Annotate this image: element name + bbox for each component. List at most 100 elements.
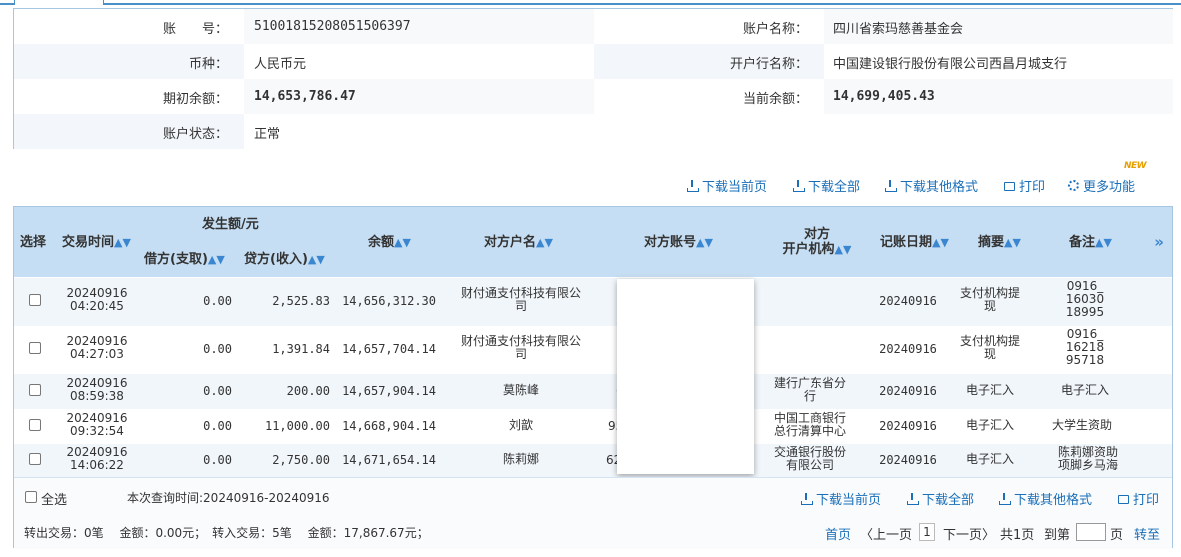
sort-icon: ▲▼ — [696, 236, 713, 249]
value-box — [244, 114, 1173, 149]
footer-download-page-label: 下载当前页 — [816, 493, 882, 508]
row-cp-name-line-1: 陈莉娜 — [502, 452, 539, 466]
go-button[interactable]: 转至 — [1134, 524, 1160, 543]
row-debit: 0.00 — [203, 384, 232, 398]
tab-active[interactable] — [14, 0, 104, 5]
currency-value: 人民币元 — [254, 57, 307, 72]
row-date: 20240916 — [66, 445, 128, 459]
account-name-value: 四川省索玛慈善基金会 — [833, 22, 964, 37]
header-counterparty-account[interactable]: 对方账号▲▼ — [644, 235, 713, 250]
row-datetime: 20240916 08:59:38 — [62, 377, 132, 403]
header-remark[interactable]: 备注▲▼ — [1069, 235, 1112, 250]
row-datetime: 20240916 04:27:03 — [62, 335, 132, 361]
row-balance: 14,657,704.14 — [342, 342, 436, 356]
row-cp-name-line-2: 司 — [514, 347, 527, 361]
row-checkbox[interactable] — [29, 453, 41, 465]
header-counterparty-name[interactable]: 对方户名▲▼ — [484, 235, 553, 250]
footer-download-all-link[interactable]: 下载全部 — [906, 489, 974, 508]
row-cp-bank-line-2: 行 — [803, 389, 816, 403]
row-remark: 大学生资助 — [1051, 418, 1112, 432]
account-no-label: 账 号： — [162, 22, 228, 37]
row-counterparty-name: 莫陈峰 — [446, 384, 596, 397]
row-balance: 14,668,904.14 — [342, 419, 436, 433]
row-counterparty-name: 财付通支付科技有限公司 — [446, 287, 596, 313]
header-credit[interactable]: 贷方(收入)▲▼ — [244, 252, 325, 267]
row-summary-line-1: 支付机构提 — [959, 334, 1020, 348]
header-cp-bank-label-1: 对方 — [803, 227, 830, 242]
row-post-date: 20240916 — [879, 453, 937, 467]
download-icon — [686, 179, 699, 192]
header-amount-group: 发生额/元 — [202, 217, 259, 232]
printer-icon — [1004, 182, 1015, 191]
row-cp-name-line-2: 司 — [514, 299, 527, 313]
footer-print-link[interactable]: 打印 — [1118, 489, 1159, 508]
goto-label: 到第 — [1044, 528, 1071, 543]
row-time: 08:59:38 — [70, 389, 124, 403]
select-all-label: 全选 — [41, 493, 68, 508]
row-remark-line-2: 项脚乡马海 — [1057, 458, 1118, 472]
current-page[interactable]: 1 — [919, 523, 935, 541]
table-row: 20240916 09:32:54 0.00 11,000.00 14,668,9… — [14, 409, 1172, 444]
info-row-2: 币种： 人民币元 开户行名称： 中国建设银行股份有限公司西昌月城支行 — [14, 44, 1173, 79]
prev-page-link[interactable]: 〈上一页 — [860, 524, 912, 543]
header-debit[interactable]: 借方(支取)▲▼ — [144, 252, 225, 267]
table-header: 选择 交易时间▲▼ 发生额/元 借方(支取)▲▼ 贷方(收入)▲▼ 余额▲▼ 对… — [14, 207, 1172, 277]
row-checkbox[interactable] — [29, 294, 41, 306]
row-post-date: 20240916 — [879, 342, 937, 356]
download-other-label: 下载其他格式 — [900, 180, 979, 195]
new-badge: NEW — [1124, 161, 1147, 171]
row-date: 20240916 — [66, 334, 128, 348]
opening-balance-label: 期初余额： — [162, 92, 228, 107]
row-debit: 0.00 — [203, 419, 232, 433]
download-other-link[interactable]: 下载其他格式 — [884, 176, 978, 195]
row-remark-line-2: 16030 — [1065, 292, 1105, 306]
header-balance-label: 余额 — [368, 235, 395, 250]
total-pages: 共1页 — [1000, 528, 1035, 543]
header-balance[interactable]: 余额▲▼ — [368, 235, 411, 250]
row-counterparty-bank: 中国工商银行 总行清算中心 — [764, 412, 856, 438]
next-page-link[interactable]: 下一页〉 — [943, 524, 995, 543]
row-summary-line-2: 现 — [983, 299, 996, 313]
expand-columns-icon[interactable]: » — [1154, 233, 1164, 251]
row-datetime: 20240916 14:06:22 — [62, 446, 132, 472]
download-icon — [906, 492, 919, 505]
row-checkbox[interactable] — [29, 419, 41, 431]
download-all-link[interactable]: 下载全部 — [792, 176, 860, 195]
row-summary: 电子汇入 — [965, 418, 1014, 432]
row-balance: 14,657,904.14 — [342, 384, 436, 398]
row-cp-bank-line-2: 总行清算中心 — [773, 424, 846, 438]
header-counterparty-bank[interactable]: 对方 开户机构▲▼ — [782, 227, 852, 257]
row-checkbox[interactable] — [29, 384, 41, 396]
download-page-link[interactable]: 下载当前页 — [686, 176, 767, 195]
print-link[interactable]: 打印 — [1004, 176, 1045, 195]
row-debit: 0.00 — [203, 453, 232, 467]
current-balance-value: 14,699,405.43 — [833, 89, 935, 104]
header-summary[interactable]: 摘要▲▼ — [978, 235, 1021, 250]
row-credit: 200.00 — [286, 384, 330, 398]
sort-icon: ▲▼ — [1095, 236, 1112, 249]
download-icon — [792, 179, 805, 192]
row-post-date: 20240916 — [879, 294, 937, 308]
row-time: 09:32:54 — [70, 424, 124, 438]
more-functions-link[interactable]: 更多功能 — [1068, 176, 1135, 195]
download-icon — [998, 492, 1011, 505]
header-time[interactable]: 交易时间▲▼ — [62, 235, 131, 250]
page-unit-label: 页 — [1110, 528, 1124, 543]
first-page-link[interactable]: 首页 — [825, 524, 851, 543]
footer-download-other-link[interactable]: 下载其他格式 — [998, 489, 1092, 508]
goto-page-input[interactable] — [1076, 523, 1106, 541]
row-checkbox[interactable] — [29, 342, 41, 354]
row-remark-line-2: 16218 — [1065, 340, 1105, 354]
sort-icon: ▲▼ — [307, 253, 325, 266]
select-all-checkbox[interactable] — [25, 491, 37, 503]
row-cp-bank-line-1: 交通银行股份 — [773, 445, 846, 459]
row-remark-line-3: 95718 — [1065, 353, 1105, 367]
footer-download-page-link[interactable]: 下载当前页 — [800, 489, 881, 508]
header-cp-account-label: 对方账号 — [644, 235, 697, 250]
row-credit: 11,000.00 — [264, 419, 330, 433]
row-counterparty-bank: 交通银行股份 有限公司 — [764, 446, 856, 472]
row-date: 20240916 — [66, 376, 128, 390]
header-time-label: 交易时间 — [62, 235, 115, 250]
header-cp-name-label: 对方户名 — [484, 235, 537, 250]
header-post-date[interactable]: 记账日期▲▼ — [880, 235, 949, 250]
